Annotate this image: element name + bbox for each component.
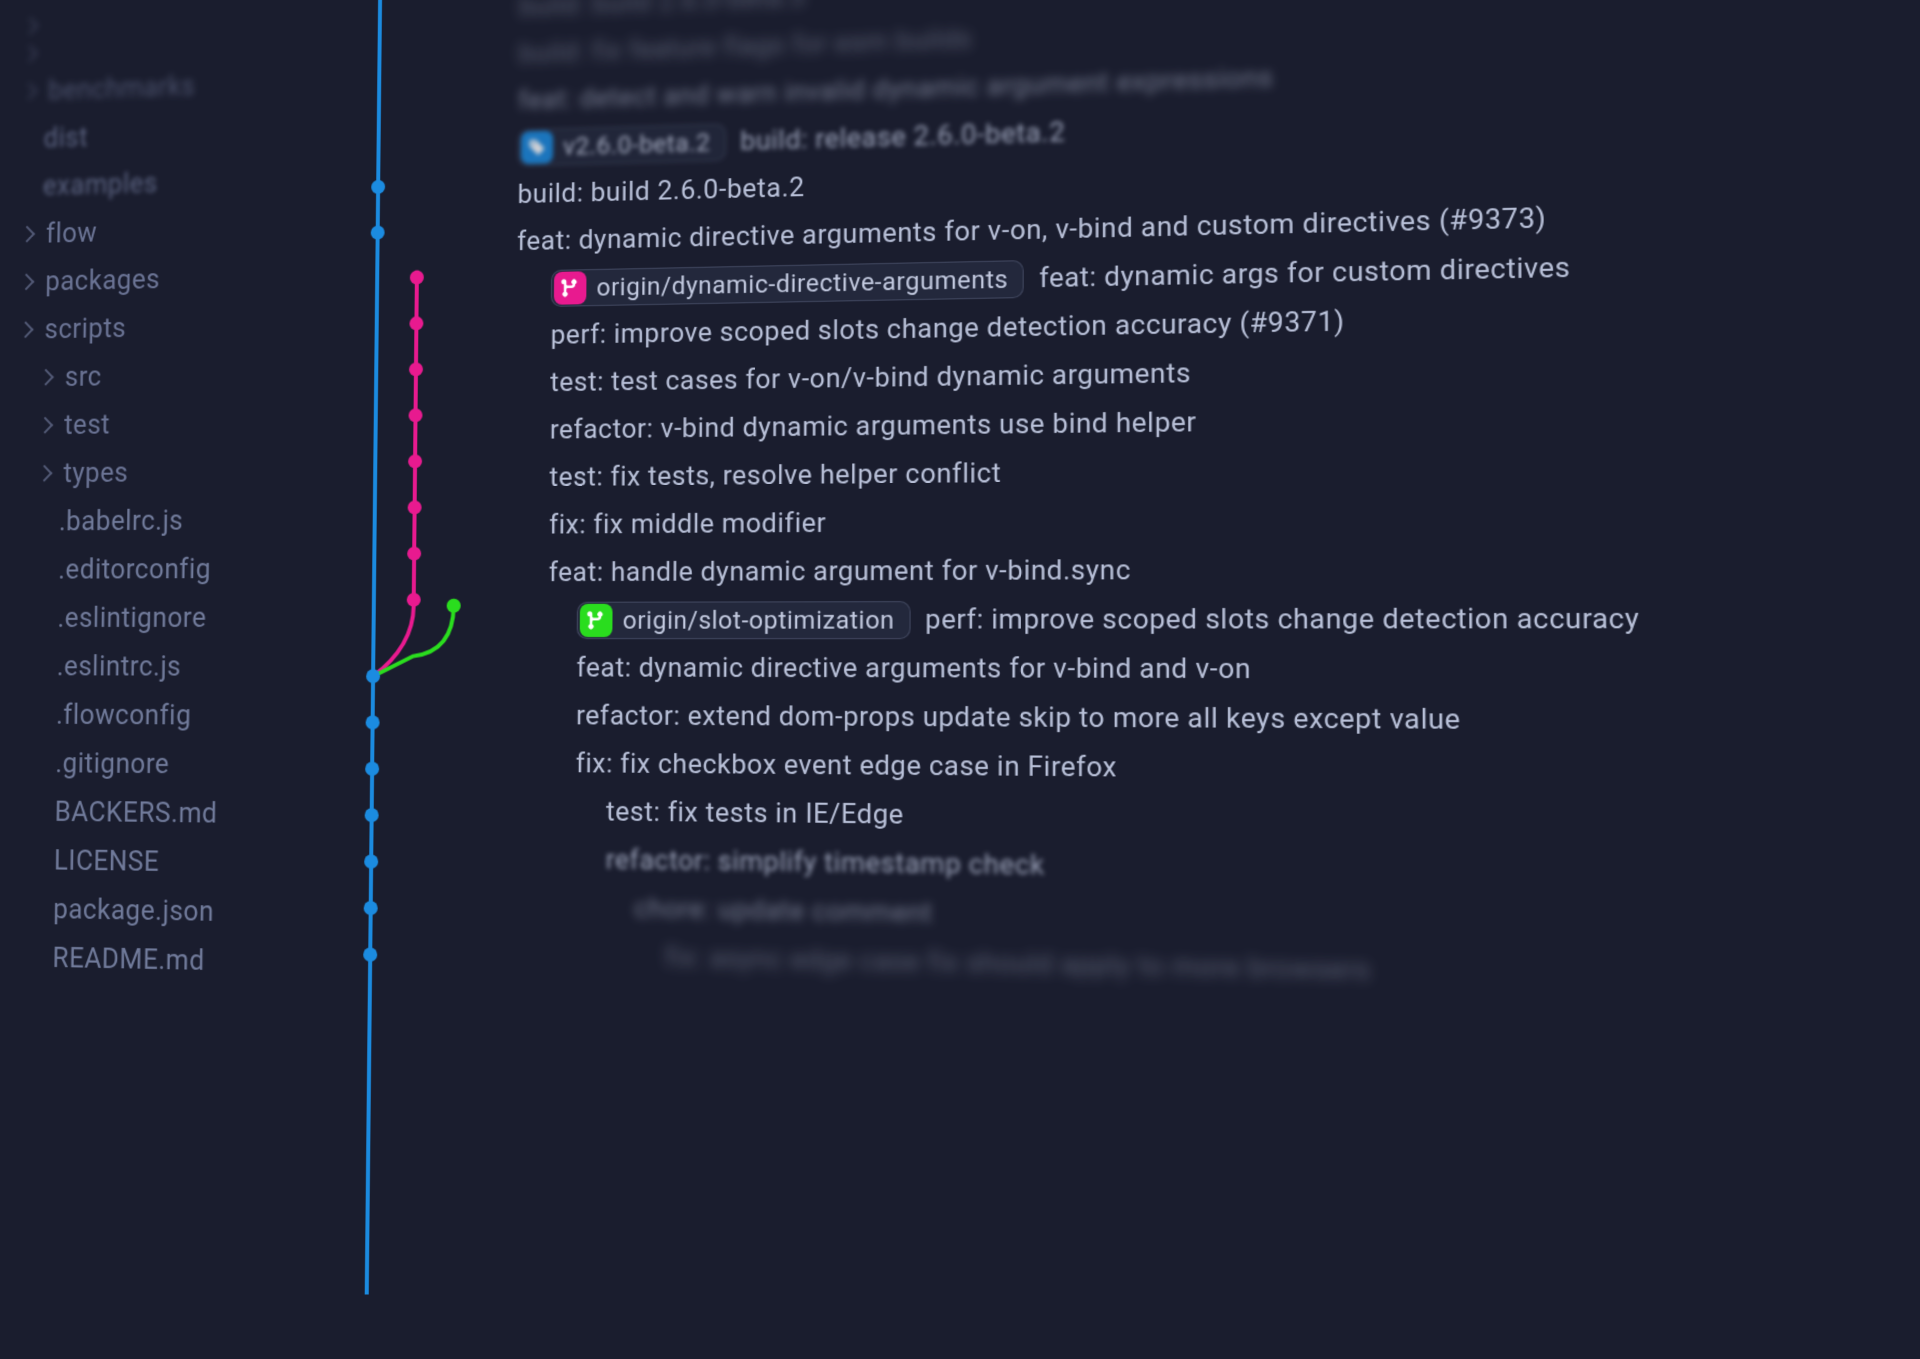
commit-row[interactable]: feat: dynamic directive arguments for v-… [513, 644, 1920, 697]
tag-label: v2.6.0-beta.2 [563, 128, 711, 161]
tag-icon [521, 131, 553, 165]
commit-message: refactor: simplify timestamp check [606, 845, 1045, 882]
tree-item-label: .gitignore [55, 747, 169, 780]
commit-message: feat: handle dynamic argument for v-bind… [549, 555, 1131, 589]
tree-item-label: .editorconfig [58, 553, 211, 586]
commit-message: refactor: extend dom-props update skip t… [576, 700, 1461, 736]
tree-item-label: examples [43, 167, 158, 202]
tree-item-label: BACKERS.md [54, 796, 217, 830]
commit-message: test: fix tests, resolve helper conflict [549, 458, 1001, 493]
commit-message: chore: update comment [634, 893, 933, 929]
file-item[interactable]: .editorconfig [4, 544, 354, 594]
commit-message: test: fix tests in IE/Edge [606, 796, 904, 831]
branch-tag[interactable]: origin/dynamic-directive-arguments [551, 260, 1024, 307]
tree-item-label: .eslintrc.js [57, 650, 182, 683]
commit-message: refactor: v-bind dynamic arguments use b… [550, 407, 1197, 446]
file-item[interactable]: .eslintignore [4, 593, 354, 642]
commit-message: build: build 2.6.0-beta.2 [517, 172, 804, 210]
commit-message: feat: dynamic directive arguments for v-… [576, 653, 1251, 686]
file-tree: benchmarks dist examples flow packages script… [0, 0, 360, 1294]
commit-message: perf: improve scoped slots change detect… [550, 306, 1344, 351]
tree-item-label: .babelrc.js [59, 504, 184, 537]
file-item[interactable]: package.json [0, 884, 351, 939]
chevron-right-icon [18, 321, 34, 338]
chevron-right-icon [36, 465, 52, 482]
commit-message: perf: improve scoped slots change detect… [925, 603, 1639, 636]
tag-label: origin/slot-optimization [623, 605, 895, 635]
commit-message: build: build 2.6.0-beta.3 [519, 0, 806, 23]
commit-message: test: test cases for v-on/v-bind dynamic… [550, 358, 1191, 399]
file-item[interactable]: BACKERS.md [1, 787, 352, 840]
folder-item[interactable]: types [6, 446, 356, 498]
tree-item-label: scripts [44, 312, 126, 345]
folder-item[interactable]: test [7, 397, 357, 450]
commit-row[interactable]: origin/slot-optimization perf: improve sc… [514, 593, 1920, 645]
branch-tag[interactable]: origin/slot-optimization [577, 601, 911, 639]
commit-log: build: build 2.6.0-beta.3build: fix feat… [347, 0, 1920, 1359]
tree-item-label: .eslintignore [57, 601, 206, 634]
tree-item-label: .flowconfig [56, 699, 192, 732]
git-branch-icon [554, 271, 587, 305]
file-item[interactable]: .gitignore [1, 739, 352, 790]
tree-item-label: test [64, 408, 110, 441]
chevron-right-icon [37, 417, 53, 434]
folder-item[interactable]: examples [10, 153, 358, 210]
chevron-right-icon [22, 18, 38, 35]
tree-item-label: flow [46, 216, 98, 249]
version-tag[interactable]: v2.6.0-beta.2 [518, 124, 726, 167]
file-item[interactable]: .flowconfig [2, 690, 353, 740]
tree-item-label: LICENSE [54, 844, 160, 878]
file-item[interactable]: README.md [0, 932, 350, 988]
chevron-right-icon [38, 369, 54, 386]
commit-message: fix: fix middle modifier [549, 508, 826, 541]
folder-item[interactable]: src [7, 348, 356, 402]
file-item[interactable]: .eslintrc.js [3, 642, 354, 691]
tag-label: origin/dynamic-directive-arguments [596, 265, 1008, 302]
file-item[interactable]: LICENSE [0, 835, 351, 889]
folder-item[interactable]: packages [9, 251, 358, 306]
commit-message: build: fix feature flags for esm builds [519, 24, 972, 70]
tree-item-label: src [65, 360, 102, 393]
chevron-right-icon [21, 83, 37, 100]
tree-item-label: packages [45, 263, 160, 297]
chevron-right-icon [22, 45, 38, 62]
commit-message: fix: fix checkbox event edge case in Fir… [576, 748, 1117, 784]
file-item[interactable]: .babelrc.js [5, 495, 355, 546]
tree-item-label: dist [43, 121, 88, 154]
tree-item-label: benchmarks [48, 70, 196, 107]
folder-item[interactable]: flow [10, 202, 359, 258]
commit-message: feat: dynamic args for custom directives [1039, 252, 1570, 295]
commit-message: build: release 2.6.0-beta.2 [740, 117, 1065, 157]
commit-message: fix: async edge case fix should apply to… [665, 942, 1371, 987]
tree-item-label: types [63, 456, 128, 489]
tree-item-label: package.json [53, 893, 214, 928]
chevron-right-icon [19, 226, 35, 243]
tree-item-label: README.md [52, 942, 205, 978]
commit-row[interactable]: feat: handle dynamic argument for v-bind… [514, 542, 1920, 597]
chevron-right-icon [18, 273, 34, 290]
git-branch-icon [580, 604, 613, 637]
folder-item[interactable]: scripts [8, 299, 357, 354]
